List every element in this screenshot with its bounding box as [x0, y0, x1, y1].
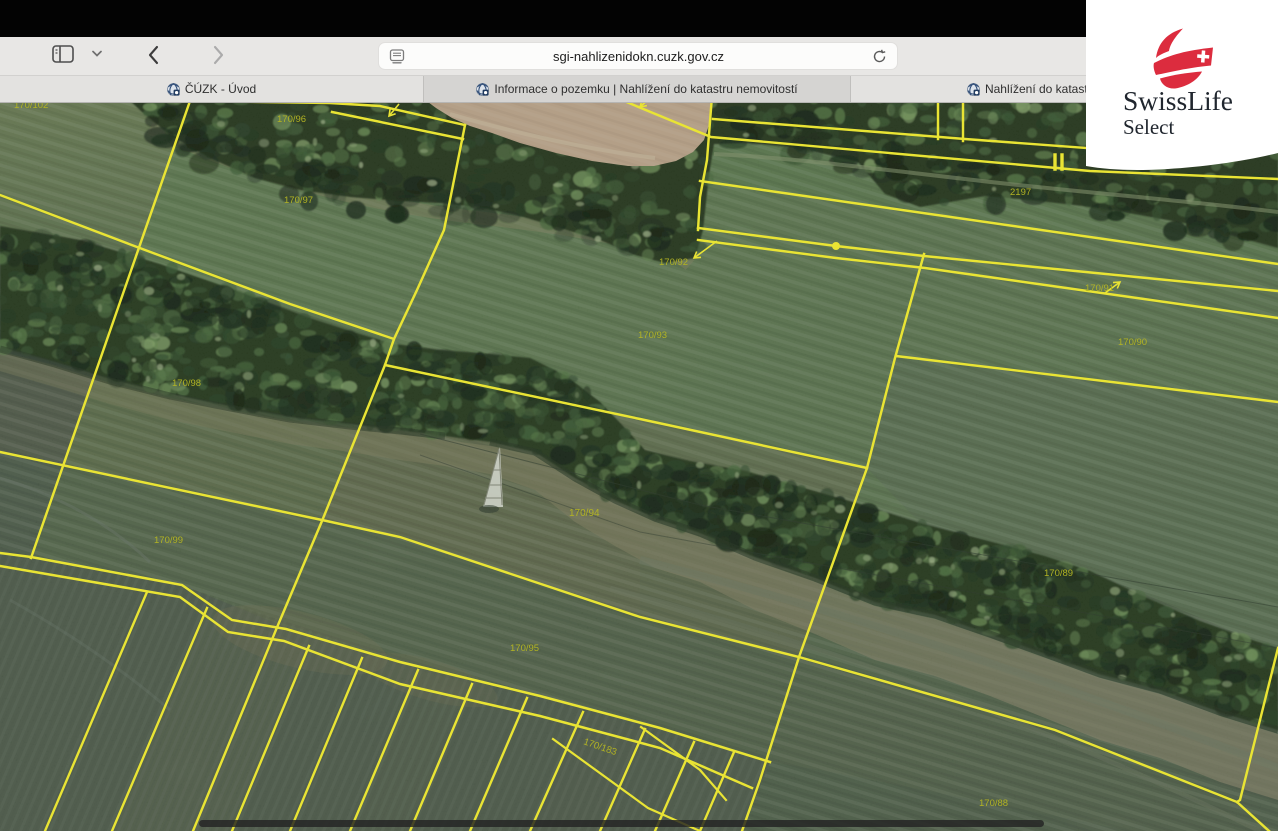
- svg-text:170/91: 170/91: [1085, 283, 1114, 294]
- svg-text:170/97: 170/97: [284, 195, 313, 206]
- svg-text:SwissLife: SwissLife: [1123, 85, 1233, 116]
- svg-text:170/93: 170/93: [638, 330, 667, 341]
- svg-text:170/90: 170/90: [1118, 337, 1147, 348]
- svg-text:170/99: 170/99: [154, 535, 183, 546]
- svg-text:170/92: 170/92: [659, 257, 688, 268]
- svg-text:2197: 2197: [1010, 187, 1031, 198]
- svg-text:170/94: 170/94: [569, 508, 600, 519]
- svg-text:170/96: 170/96: [277, 114, 306, 125]
- svg-text:170/88: 170/88: [979, 798, 1008, 809]
- svg-text:170/89: 170/89: [1044, 568, 1073, 579]
- svg-text:Select: Select: [1123, 115, 1174, 139]
- svg-text:170/95: 170/95: [510, 643, 539, 654]
- svg-text:170/98: 170/98: [172, 378, 201, 389]
